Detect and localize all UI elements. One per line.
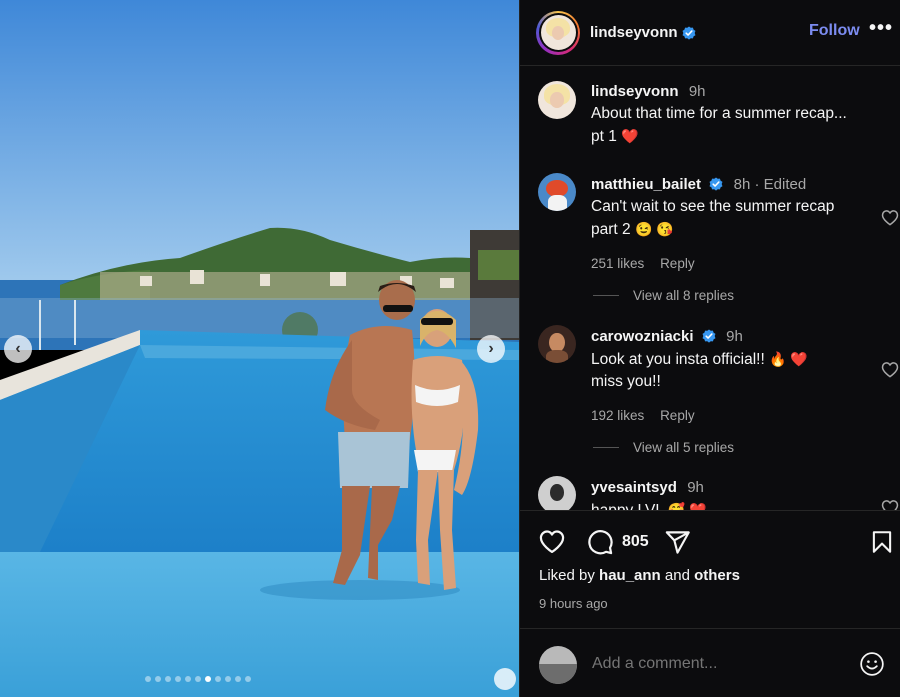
carousel-dot xyxy=(185,676,191,682)
smiley-face-icon[interactable] xyxy=(859,651,885,677)
carousel-dot xyxy=(175,676,181,682)
commenter-avatar[interactable] xyxy=(538,325,576,363)
current-user-avatar xyxy=(539,646,577,684)
comments-list[interactable]: lindseyvonn 9h About that time for a sum… xyxy=(520,66,900,510)
comment-likes-count[interactable]: 251 likes xyxy=(591,256,644,271)
carousel-dot xyxy=(145,676,151,682)
carousel-dot xyxy=(245,676,251,682)
like-comment-heart-icon[interactable] xyxy=(880,498,900,510)
comment-text: Look at you insta official!! xyxy=(591,351,765,368)
comment-text-line2: miss you!! xyxy=(591,373,661,390)
comment-actions: 192 likes Reply xyxy=(591,408,707,423)
verified-badge-icon xyxy=(709,177,723,191)
divider xyxy=(520,510,900,511)
carousel-dot xyxy=(205,676,211,682)
comment-count: 805 xyxy=(622,533,649,550)
comment-time: 9h xyxy=(687,479,704,496)
commenter-username[interactable]: matthieu_bailet xyxy=(591,176,701,193)
carousel-dot xyxy=(195,676,201,682)
caption-username[interactable]: lindseyvonn xyxy=(591,83,679,100)
comment-emoji: 🔥 ❤️ xyxy=(769,351,808,367)
comment-text: Can't wait to see the summer recap part … xyxy=(591,198,835,238)
author-username[interactable]: lindseyvonn xyxy=(590,24,678,41)
view-replies-button[interactable]: View all 8 replies xyxy=(593,288,734,303)
post-photo[interactable]: ‹ › xyxy=(0,0,519,697)
caption-avatar[interactable] xyxy=(538,81,576,119)
reply-button[interactable]: Reply xyxy=(660,408,695,423)
comment-time: 8h · Edited xyxy=(733,176,807,193)
carousel-dot xyxy=(165,676,171,682)
verified-badge-icon xyxy=(702,329,716,343)
liked-by-others[interactable]: others xyxy=(694,567,740,584)
caption-time[interactable]: 9h xyxy=(689,83,706,100)
carousel-dot xyxy=(215,676,221,682)
commenter-avatar[interactable] xyxy=(538,173,576,211)
more-options-button[interactable]: ••• xyxy=(869,17,893,40)
carousel-dot xyxy=(155,676,161,682)
liked-by-user[interactable]: hau_ann xyxy=(599,567,661,584)
author-avatar-ring[interactable] xyxy=(536,10,580,55)
comment-emoji: 🥰 ❤️ xyxy=(667,502,707,510)
view-replies-label: View all 8 replies xyxy=(633,288,735,303)
carousel-dots xyxy=(145,676,251,682)
pool-scene-image xyxy=(0,0,519,697)
heart-icon[interactable] xyxy=(538,528,566,556)
comment-bubble-icon[interactable] xyxy=(586,528,614,556)
post-action-bar: 805 xyxy=(520,522,900,562)
view-replies-button[interactable]: View all 5 replies xyxy=(593,440,734,455)
reply-button[interactable]: Reply xyxy=(660,256,695,271)
author-avatar[interactable] xyxy=(540,15,576,50)
like-comment-heart-icon[interactable] xyxy=(880,208,900,228)
post-side-panel: lindseyvonn Follow ••• lindseyvonn 9h Ab… xyxy=(519,0,900,697)
view-replies-label: View all 5 replies xyxy=(633,440,735,455)
comment-likes-count[interactable]: 192 likes xyxy=(591,408,644,423)
carousel-dot xyxy=(225,676,231,682)
tag-people-button[interactable] xyxy=(494,668,516,690)
commenter-username[interactable]: yvesaintsyd xyxy=(591,479,677,496)
comment-actions: 251 likes Reply xyxy=(591,256,707,271)
follow-button[interactable]: Follow xyxy=(809,22,860,40)
add-comment-input[interactable] xyxy=(592,655,842,673)
comment-time: 9h xyxy=(726,328,743,345)
carousel-dot xyxy=(235,676,241,682)
liked-by-and: and xyxy=(664,567,690,584)
carousel-next-button[interactable]: › xyxy=(477,335,505,363)
like-comment-heart-icon[interactable] xyxy=(880,360,900,380)
liked-by-line: Liked by hau_ann and others xyxy=(539,567,740,584)
commenter-username[interactable]: carowozniacki xyxy=(591,328,694,345)
liked-by-prefix: Liked by xyxy=(539,567,595,584)
add-comment-bar xyxy=(520,629,900,697)
carousel-prev-button[interactable]: ‹ xyxy=(4,335,32,363)
comment-text: happy LVL xyxy=(591,502,663,510)
verified-badge-icon xyxy=(682,25,696,40)
comment-emoji: 😉 😘 xyxy=(634,221,674,237)
paper-plane-icon[interactable] xyxy=(664,529,691,556)
bookmark-icon[interactable] xyxy=(869,528,895,556)
post-timestamp[interactable]: 9 hours ago xyxy=(539,596,608,611)
commenter-avatar[interactable] xyxy=(538,476,576,510)
heart-emoji: ❤️ xyxy=(621,128,639,144)
